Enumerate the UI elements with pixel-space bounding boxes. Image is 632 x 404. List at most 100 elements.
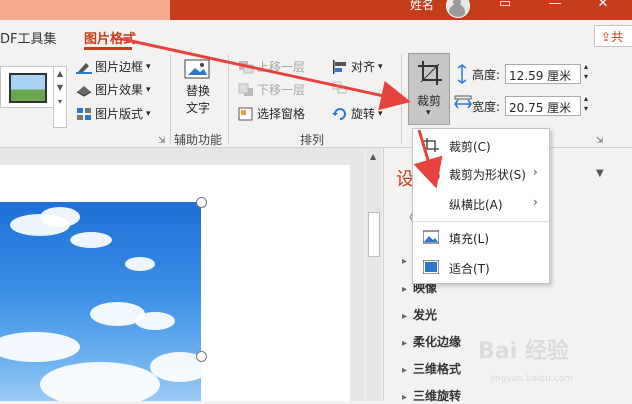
picture-effects-button[interactable]: 图片效果 ▾: [76, 81, 151, 98]
align-icon: [332, 59, 348, 74]
vertical-scrollbar[interactable]: [366, 148, 382, 401]
crop-button[interactable]: 裁剪 ▾: [408, 53, 450, 125]
align-label: 对齐: [351, 60, 376, 74]
bring-forward-icon: [238, 60, 254, 74]
watermark-text: Bai 经验: [478, 339, 569, 364]
menu-divider: [413, 221, 549, 222]
width-input[interactable]: 20.75 厘米: [505, 96, 581, 116]
resize-handle-right[interactable]: [196, 351, 207, 362]
close-icon[interactable]: ✕: [594, 0, 612, 14]
fit-icon: [422, 259, 440, 275]
height-spinner[interactable]: ▴ ▾: [584, 62, 588, 82]
send-backward-label: 下移一层: [257, 83, 306, 97]
pane-item-3d-rotation[interactable]: 三维旋转: [402, 387, 461, 404]
selection-pane-label: 选择窗格: [257, 107, 306, 121]
divider: [228, 54, 229, 144]
submenu-chevron-icon: ›: [533, 195, 538, 209]
pane-options-icon[interactable]: ▼: [596, 168, 604, 179]
align-button[interactable]: 对齐 ▾: [332, 58, 383, 75]
avatar[interactable]: [446, 0, 470, 18]
pen-border-icon: [76, 60, 92, 74]
picture-layout-label: 图片版式: [95, 107, 144, 121]
picture-style-gallery[interactable]: [0, 66, 54, 108]
rotate-icon: [332, 107, 348, 121]
title-bar-search-area[interactable]: [0, 0, 170, 20]
send-backward-button[interactable]: 下移一层: [238, 81, 305, 98]
send-backward-icon: [238, 83, 254, 97]
scroll-up-icon[interactable]: ▲: [370, 152, 376, 161]
group-objects-button[interactable]: [332, 81, 348, 95]
cloud: [40, 362, 160, 401]
alt-text-label-line2: 文字: [185, 101, 210, 115]
crop-dropdown-icon: ▾: [426, 108, 431, 118]
watermark-url: jingyan.baidu.com: [490, 374, 574, 384]
accessibility-group-label: 辅助功能: [174, 133, 223, 147]
effects-icon: [76, 83, 92, 97]
group-icon: [332, 81, 348, 95]
pane-item-soft-edges[interactable]: 柔化边缘: [402, 333, 461, 350]
menu-item-fill[interactable]: 填充(L): [413, 224, 549, 250]
divider: [401, 54, 402, 144]
share-label: 共: [611, 30, 624, 44]
picture-layout-button[interactable]: 图片版式 ▾: [76, 105, 151, 122]
layout-icon: [76, 107, 92, 121]
cloud: [150, 352, 201, 382]
menu-item-label: 纵横比(A): [449, 198, 503, 212]
picture-styles-launcher-icon[interactable]: ⇲: [158, 136, 166, 146]
share-icon: ⇪: [601, 30, 612, 44]
tab-picture-format[interactable]: 图片格式: [84, 28, 136, 47]
menu-item-label: 适合(T): [449, 262, 490, 276]
rotate-label: 旋转: [351, 107, 376, 121]
rotate-button[interactable]: 旋转 ▾: [332, 105, 383, 122]
width-spinner[interactable]: ▴ ▾: [584, 94, 588, 114]
minimize-icon[interactable]: —: [546, 0, 564, 14]
alt-text-button[interactable]: 替换 文字: [178, 56, 218, 116]
menu-item-crop-to-shape[interactable]: 裁剪为形状(S) ›: [413, 160, 549, 186]
cloud: [135, 312, 175, 330]
tab-pdf-tools[interactable]: DF工具集: [0, 28, 57, 47]
title-bar: 姓名 ▭ — ✕: [0, 0, 632, 20]
submenu-chevron-icon: ›: [533, 165, 538, 179]
picture-effects-label: 图片效果: [95, 83, 144, 97]
cloud: [0, 332, 80, 362]
alt-text-icon: [183, 56, 213, 82]
menu-item-label: 裁剪(C): [449, 140, 491, 154]
crop-label: 裁剪: [417, 94, 442, 108]
pane-item-glow[interactable]: 发光: [402, 306, 437, 323]
menu-item-crop[interactable]: 裁剪(C): [413, 132, 549, 158]
cloud: [125, 257, 155, 271]
menu-item-fit[interactable]: 适合(T): [413, 254, 549, 280]
picture-style-thumbnail[interactable]: [9, 73, 47, 103]
sky-photo[interactable]: [0, 202, 201, 401]
bring-forward-label: 上移一层: [257, 60, 306, 74]
menu-item-aspect-ratio[interactable]: 纵横比(A) ›: [413, 190, 549, 216]
ribbon-tab-strip: DF工具集 图片格式: [0, 20, 632, 50]
alt-text-label-line1: 替换: [185, 84, 210, 98]
resize-handle-top-right[interactable]: [196, 197, 207, 208]
crop-icon: [417, 60, 443, 89]
width-value: 20.75 厘米: [509, 101, 572, 115]
picture-border-label: 图片边框: [95, 60, 144, 74]
share-button[interactable]: ⇪共: [594, 25, 632, 47]
menu-item-label: 裁剪为形状(S): [449, 168, 526, 182]
crop-dropdown-menu: 裁剪(C) 裁剪为形状(S) › 纵横比(A) › 填充(L) 适合(T): [412, 128, 550, 284]
cloud: [70, 232, 112, 248]
height-input[interactable]: 12.59 厘米: [505, 64, 581, 84]
baidu-watermark: Bai 经验: [478, 333, 569, 365]
gallery-scroll[interactable]: ▲ ▼ ▾: [53, 66, 67, 128]
height-value: 12.59 厘米: [509, 69, 572, 83]
width-label: 宽度:: [472, 100, 501, 114]
scrollbar-thumb[interactable]: [368, 212, 380, 257]
picture-border-button[interactable]: 图片边框 ▾: [76, 58, 151, 75]
selection-pane-button[interactable]: 选择窗格: [238, 105, 305, 122]
crop-icon: [423, 138, 439, 152]
width-icon: [454, 95, 472, 116]
ribbon-display-icon[interactable]: ▭: [496, 0, 514, 14]
height-icon: [454, 64, 470, 87]
user-name[interactable]: 姓名: [410, 0, 434, 13]
pane-item-3d-format[interactable]: 三维格式: [402, 360, 461, 377]
height-label: 高度:: [472, 68, 501, 82]
fill-icon: [422, 230, 440, 244]
size-launcher-icon[interactable]: ⇲: [596, 136, 604, 146]
bring-forward-button[interactable]: 上移一层: [238, 58, 305, 75]
